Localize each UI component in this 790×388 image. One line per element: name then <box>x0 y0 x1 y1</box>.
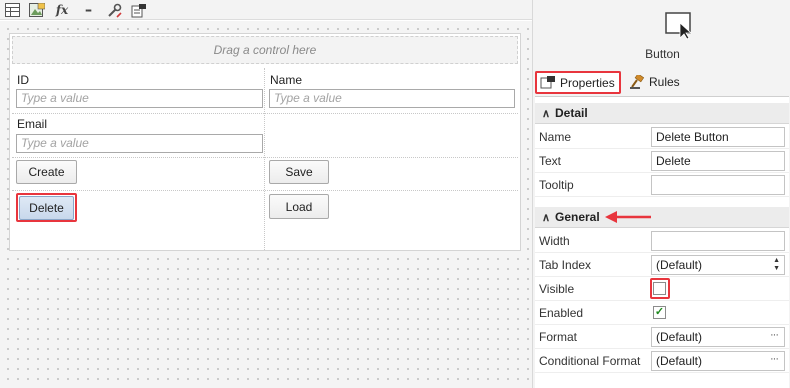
panel-tabs: Properties Rules <box>533 71 790 95</box>
detail-section-header[interactable]: ∧ Detail <box>535 103 789 124</box>
text-property-label: Text <box>539 154 562 168</box>
expression-icon[interactable]: fx <box>54 2 70 18</box>
property-row-visible: Visible <box>535 277 789 301</box>
name-property-input[interactable]: Delete Button <box>651 127 785 147</box>
form-table[interactable]: Drag a control here ID Type a value Name… <box>9 33 521 251</box>
text-property-input[interactable]: Delete <box>651 151 785 171</box>
checkmark-icon: ✓ <box>654 306 665 318</box>
general-section-title: General <box>555 210 600 224</box>
button-control-icon <box>665 12 695 40</box>
more-label: ▪▪▪ <box>85 5 91 15</box>
chevron-up-icon: ∧ <box>541 211 551 224</box>
image-upload-icon[interactable] <box>29 2 45 18</box>
row-divider <box>12 157 518 158</box>
property-row-tab-index: Tab Index (Default) ▲ ▼ <box>535 253 789 277</box>
email-label: Email <box>17 117 48 131</box>
rules-icon[interactable] <box>131 2 147 18</box>
designer-toolbar: fx ▪▪▪ <box>0 0 532 20</box>
width-property-label: Width <box>539 234 570 248</box>
tab-index-value: (Default) <box>656 258 703 272</box>
name-label: Name <box>270 73 303 87</box>
ellipsis-icon[interactable]: ··· <box>770 353 779 366</box>
form-table-icon[interactable] <box>4 2 20 18</box>
visible-property-label: Visible <box>539 282 575 296</box>
tab-index-spinner[interactable]: (Default) ▲ ▼ <box>651 255 785 275</box>
format-property-label: Format <box>539 330 578 344</box>
property-row-name: Name Delete Button <box>535 125 789 149</box>
chevron-up-icon: ∧ <box>541 107 551 120</box>
property-row-format: Format (Default) ··· <box>535 325 789 349</box>
tab-index-property-label: Tab Index <box>539 258 592 272</box>
drop-zone[interactable]: Drag a control here <box>12 36 518 64</box>
name-input[interactable]: Type a value <box>269 89 515 108</box>
property-grid: ∧ Detail Name Delete Button Text Delete … <box>535 96 789 388</box>
row-divider <box>12 113 518 114</box>
load-button[interactable]: Load <box>269 194 329 219</box>
save-button[interactable]: Save <box>269 160 329 184</box>
detail-section-title: Detail <box>555 106 588 120</box>
tooltip-property-label: Tooltip <box>539 178 574 192</box>
name-property-label: Name <box>539 130 572 144</box>
email-input[interactable]: Type a value <box>16 134 263 153</box>
general-arrow-annotation <box>605 211 651 223</box>
property-row-conditional-format: Conditional Format (Default) ··· <box>535 349 789 373</box>
property-row-text: Text Delete <box>535 149 789 173</box>
conditional-format-property-input[interactable]: (Default) ··· <box>651 351 785 371</box>
tab-rules-label: Rules <box>649 75 680 89</box>
id-label: ID <box>17 73 29 87</box>
id-input[interactable]: Type a value <box>16 89 263 108</box>
tooltip-property-input[interactable] <box>651 175 785 195</box>
property-row-enabled: Enabled ✓ <box>535 301 789 325</box>
conditional-format-value: (Default) <box>656 354 703 368</box>
spinner-arrows-icon[interactable]: ▲ ▼ <box>773 257 780 273</box>
enabled-checkbox[interactable]: ✓ <box>653 306 666 319</box>
visible-checkbox-highlight <box>650 278 670 299</box>
tools-icon[interactable] <box>107 2 123 18</box>
property-row-tooltip: Tooltip <box>535 173 789 197</box>
enabled-property-label: Enabled <box>539 306 584 320</box>
properties-tab-highlight <box>535 71 621 94</box>
row-divider <box>12 190 518 191</box>
control-type-label: Button <box>645 47 680 61</box>
tab-rules[interactable]: Rules <box>625 71 686 93</box>
expression-label: fx <box>55 3 69 17</box>
design-canvas[interactable]: Drag a control here ID Type a value Name… <box>0 21 532 388</box>
column-divider <box>264 68 265 250</box>
properties-panel: Button Properties Rules ∧ Detail Name De… <box>532 0 790 388</box>
conditional-format-property-label: Conditional Format <box>539 354 641 368</box>
general-section-header[interactable]: ∧ General <box>535 207 789 228</box>
format-property-input[interactable]: (Default) ··· <box>651 327 785 347</box>
width-property-input[interactable] <box>651 231 785 251</box>
delete-button-highlight <box>16 193 77 222</box>
gavel-icon <box>629 75 645 89</box>
more-icon[interactable]: ▪▪▪ <box>80 2 96 18</box>
format-value: (Default) <box>656 330 703 344</box>
property-row-width: Width <box>535 229 789 253</box>
ellipsis-icon[interactable]: ··· <box>770 329 779 342</box>
create-button[interactable]: Create <box>16 160 77 184</box>
